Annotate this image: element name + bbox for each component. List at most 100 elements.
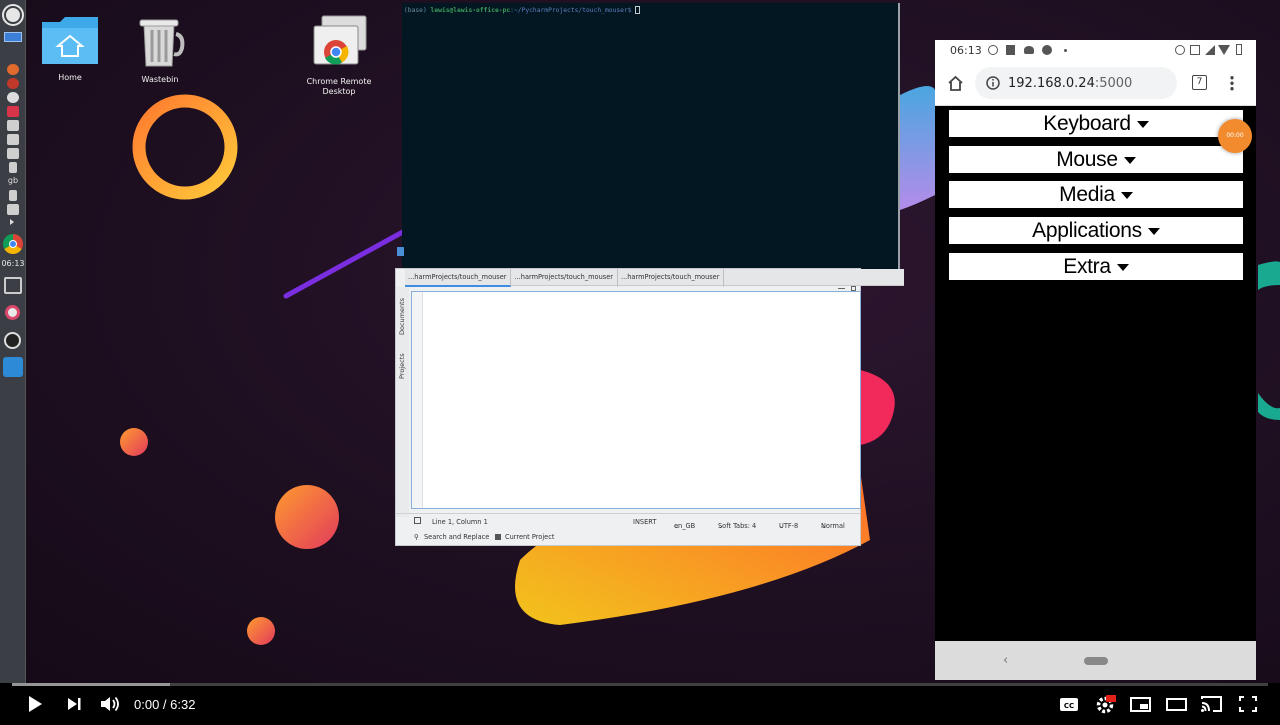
miniplayer-icon[interactable] <box>1129 694 1151 714</box>
remote-desktop-icon <box>313 15 367 65</box>
address-host: 192.168.0.24 <box>1008 76 1095 91</box>
next-icon[interactable] <box>64 694 86 714</box>
projects-panel-tab[interactable]: Projects <box>398 353 406 379</box>
app-menu-icon[interactable] <box>4 6 22 24</box>
time-display: 0:00 / 6:32 <box>134 697 195 712</box>
caret-down-icon <box>1136 120 1149 128</box>
dock-clock: 06:13 <box>1 259 25 268</box>
menu-applications-label: Applications <box>1032 219 1142 242</box>
fullscreen-icon[interactable] <box>1237 694 1259 714</box>
chevron-down-icon: ⌄ <box>821 522 827 530</box>
menu-keyboard-label: Keyboard <box>1043 112 1131 135</box>
window-switcher-icon[interactable] <box>4 277 22 294</box>
kde-connect-icon[interactable] <box>3 357 23 377</box>
documents-panel-tab[interactable]: Documents <box>398 298 406 335</box>
editor-status-bar: Line 1, Column 1 INSERT en_GB ⌄ Soft Tab… <box>396 513 860 530</box>
expand-tray-icon[interactable] <box>10 219 14 225</box>
video-player-controls: 0:00 / 6:32 CC <box>0 683 1280 725</box>
progress-loaded <box>12 683 171 686</box>
duration: 6:32 <box>170 697 196 712</box>
obs-app-icon[interactable] <box>4 332 21 349</box>
home-folder-icon[interactable]: Home <box>25 14 115 83</box>
home-folder-label: Home <box>58 73 82 82</box>
terminal-path: :~/PycharmProjects/touch_mouser$ <box>510 7 632 14</box>
menu-extra-label: Extra <box>1063 255 1111 278</box>
caret-down-icon <box>1116 263 1129 271</box>
whatsapp-icon <box>988 45 998 55</box>
chrome-app-icon[interactable] <box>3 234 23 254</box>
cast-icon[interactable] <box>1200 694 1222 714</box>
sidebar-toggle-icon[interactable] <box>414 517 421 524</box>
menu-keyboard-button[interactable]: Keyboard <box>948 109 1244 138</box>
recording-badge[interactable]: 00:00 <box>1218 119 1252 153</box>
microphone-icon[interactable] <box>9 190 17 201</box>
caret-down-icon <box>1123 156 1136 164</box>
search-and-replace-button[interactable]: Search and Replace <box>424 533 489 541</box>
volume-icon[interactable] <box>7 148 19 159</box>
home-icon[interactable] <box>947 75 964 92</box>
project-icon <box>495 534 501 540</box>
chrome-remote-desktop-label: Chrome Remote Desktop <box>306 77 372 96</box>
address-port: :5000 <box>1094 76 1133 91</box>
chrome-remote-desktop-icon[interactable]: Chrome Remote Desktop <box>294 14 384 97</box>
editor-window[interactable]: ...harmProjects/touch_mouser ...harmProj… <box>395 247 904 546</box>
messenger-icon <box>1042 45 1052 55</box>
terminal-env: (base) <box>404 7 427 14</box>
folder-icon <box>42 17 98 64</box>
menu-extra-button[interactable]: Extra <box>948 252 1244 281</box>
caret-down-icon <box>1147 227 1160 235</box>
tab-switcher-button[interactable]: 7 <box>1192 75 1207 90</box>
obs-tray-icon[interactable] <box>7 92 19 103</box>
wifi-icon <box>1218 45 1230 55</box>
phone-nav-bar: ‹ <box>935 641 1256 680</box>
current-project-button[interactable]: Current Project <box>505 533 554 541</box>
time-separator: / <box>159 697 171 712</box>
phone-screen-mirror: 06:13 192.168.0.24:5000 7 Keyboard Mouse… <box>935 40 1256 680</box>
battery-icon[interactable] <box>9 162 17 173</box>
progress-bar[interactable] <box>12 683 1268 686</box>
editor-app-icon <box>397 247 404 256</box>
telegram-tray-icon[interactable] <box>7 106 19 117</box>
back-icon[interactable]: ‹ <box>1003 653 1008 668</box>
editor-tab[interactable]: ...harmProjects/touch_mouser <box>511 269 618 287</box>
editor-tab[interactable]: ...harmProjects/touch_mouser <box>618 269 725 287</box>
settings-icon[interactable] <box>1094 694 1116 714</box>
desktop: gb 06:13 Home Wastebin Chrome Remote Des… <box>0 0 1280 683</box>
captions-icon[interactable]: CC <box>1058 694 1080 714</box>
phone-time: 06:13 <box>950 44 982 57</box>
terminal-window[interactable]: (base) lewis@lewis-office-pc:~/PycharmPr… <box>402 3 900 271</box>
chrome-tray-icon[interactable] <box>7 64 19 75</box>
screen: gb 06:13 Home Wastebin Chrome Remote Des… <box>0 0 1280 725</box>
clipboard-icon[interactable] <box>7 120 19 131</box>
svg-text:CC: CC <box>1064 702 1074 710</box>
theater-mode-icon[interactable] <box>1165 694 1187 714</box>
record-tray-icon[interactable] <box>7 78 19 89</box>
screen-recorder-icon[interactable] <box>5 305 20 320</box>
input-mode[interactable]: INSERT <box>633 518 656 526</box>
menu-media-label: Media <box>1059 183 1115 206</box>
trash-icon <box>139 19 185 67</box>
terminal-prompt: (base) lewis@lewis-office-pc:~/PycharmPr… <box>402 3 898 17</box>
screenshot-icon[interactable] <box>7 134 19 145</box>
volume-icon[interactable] <box>99 694 121 714</box>
editor-text-area[interactable] <box>411 291 861 509</box>
alarm-icon <box>1175 45 1185 55</box>
editor-tab[interactable]: ...harmProjects/touch_mouser <box>405 269 512 287</box>
display-icon[interactable] <box>7 204 19 215</box>
left-dock: gb 06:13 <box>0 0 26 683</box>
editor-minimize-icon[interactable] <box>838 288 845 289</box>
workspace-icon[interactable] <box>4 32 22 42</box>
keyboard-layout-icon[interactable]: gb <box>0 176 26 185</box>
menu-mouse-button[interactable]: Mouse <box>948 145 1244 174</box>
menu-media-button[interactable]: Media <box>948 180 1244 209</box>
browser-menu-icon[interactable] <box>1230 75 1234 91</box>
menu-applications-button[interactable]: Applications <box>948 216 1244 245</box>
address-bar[interactable]: 192.168.0.24:5000 <box>975 67 1177 99</box>
editor-gutter <box>412 292 423 508</box>
indent-value: Soft Tabs: 4 <box>718 522 757 530</box>
home-pill-icon[interactable] <box>1084 657 1108 665</box>
play-icon[interactable] <box>24 694 46 714</box>
wastebin-icon[interactable]: Wastebin <box>115 14 205 85</box>
menu-mouse-label: Mouse <box>1056 148 1118 171</box>
cursor-position[interactable]: Line 1, Column 1 <box>432 518 488 526</box>
